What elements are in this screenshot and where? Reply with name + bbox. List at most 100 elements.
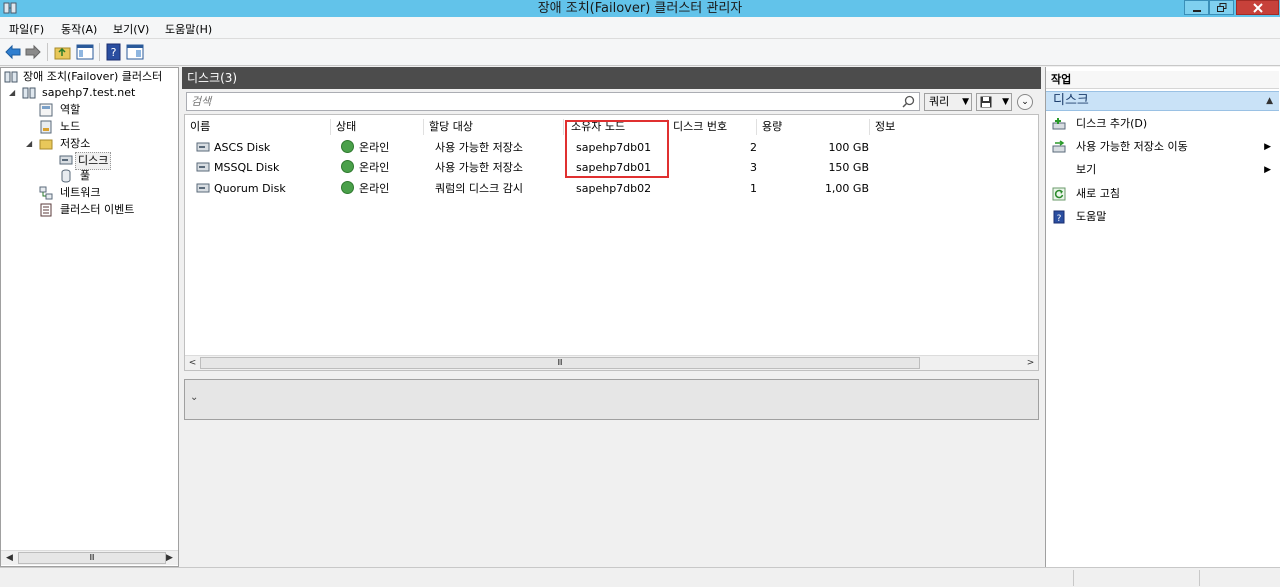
action-label: 새로 고침 bbox=[1076, 187, 1120, 200]
restore-button[interactable] bbox=[1209, 0, 1234, 15]
search-input[interactable] bbox=[187, 93, 887, 110]
query-label: 쿼리 bbox=[929, 95, 950, 108]
actions-section-disks[interactable]: 디스크 ▲ bbox=[1046, 91, 1279, 111]
column-header-name[interactable]: 이름 bbox=[190, 119, 210, 135]
tree-label: 풀 bbox=[80, 169, 91, 182]
show-hide-action-pane-icon[interactable] bbox=[126, 43, 144, 61]
tree-label: sapehp7.test.net bbox=[42, 86, 136, 99]
action-refresh[interactable]: 새로 고침 bbox=[1046, 183, 1279, 205]
storage-folder-icon bbox=[39, 139, 53, 150]
scroll-right-icon[interactable]: > bbox=[1023, 356, 1038, 371]
disks-panel: 디스크(3) 쿼리 ▼ ▼ ⌄ 이름 상태 할당 대상 bbox=[182, 67, 1041, 567]
close-button[interactable] bbox=[1236, 0, 1279, 15]
query-button[interactable]: 쿼리 ▼ bbox=[924, 93, 972, 111]
disks-list: 이름 상태 할당 대상 소유자 노드 디스크 번호 용량 정보 ASCS Dis… bbox=[184, 114, 1039, 371]
tree-label: 저장소 bbox=[60, 137, 91, 150]
tree-item-cluster[interactable]: ◢ sapehp7.test.net bbox=[9, 85, 179, 101]
help-icon: ? bbox=[1053, 210, 1065, 224]
svg-text:?: ? bbox=[111, 46, 117, 59]
cell-owner: sapehp7db01 bbox=[576, 141, 652, 154]
menu-file[interactable]: 파일(F) bbox=[9, 21, 44, 37]
column-header-owner-node[interactable]: 소유자 노드 bbox=[571, 119, 625, 135]
failover-cluster-icon bbox=[4, 71, 18, 83]
action-label: 보기 bbox=[1076, 163, 1097, 176]
column-header-capacity[interactable]: 용량 bbox=[762, 119, 782, 135]
action-label: 도움말 bbox=[1076, 210, 1107, 223]
disk-icon bbox=[196, 162, 210, 172]
cell-assigned: 쿼럼의 디스크 감시 bbox=[435, 182, 523, 195]
cell-status: 온라인 bbox=[341, 140, 389, 156]
back-arrow-icon[interactable] bbox=[4, 43, 22, 61]
action-label: 사용 가능한 저장소 이동 bbox=[1076, 140, 1188, 153]
title-bar: 장애 조치(Failover) 클러스터 관리자 bbox=[0, 0, 1280, 17]
disk-icon bbox=[59, 155, 73, 165]
scroll-left-icon[interactable]: < bbox=[185, 356, 200, 371]
column-header-disk-number[interactable]: 디스크 번호 bbox=[673, 119, 727, 135]
tree-item-failover-cluster[interactable]: 장애 조치(Failover) 클러스터 bbox=[4, 69, 179, 85]
cell-name: MSSQL Disk bbox=[214, 161, 280, 174]
tree-label: 클러스터 이벤트 bbox=[60, 203, 135, 216]
menu-view[interactable]: 보기(V) bbox=[113, 21, 149, 37]
up-folder-icon[interactable] bbox=[54, 43, 72, 61]
list-horizontal-scrollbar[interactable]: < Ⅲ > bbox=[185, 355, 1038, 370]
chevron-down-icon: ▼ bbox=[1002, 97, 1009, 107]
tree-label: 역할 bbox=[60, 103, 81, 116]
actions-header: 작업 bbox=[1046, 71, 1279, 89]
chevron-down-icon: ▼ bbox=[962, 97, 969, 107]
show-hide-console-tree-icon[interactable] bbox=[76, 43, 94, 61]
cell-disk-number: 3 bbox=[750, 161, 757, 174]
cell-owner: sapehp7db01 bbox=[576, 161, 652, 174]
action-help[interactable]: ? 도움말 bbox=[1046, 206, 1279, 228]
save-query-button[interactable]: ▼ bbox=[976, 93, 1012, 111]
actions-section-label: 디스크 bbox=[1053, 93, 1089, 108]
collapse-search-button[interactable]: ⌄ bbox=[1017, 94, 1033, 110]
roles-icon bbox=[39, 103, 53, 117]
move-storage-icon bbox=[1052, 140, 1066, 153]
action-add-disk[interactable]: 디스크 추가(D) bbox=[1046, 113, 1279, 135]
scroll-thumb[interactable]: Ⅲ bbox=[18, 552, 166, 564]
menu-help[interactable]: 도움말(H) bbox=[165, 21, 212, 37]
disk-icon bbox=[196, 183, 210, 193]
cell-name: Quorum Disk bbox=[214, 182, 286, 195]
collapse-up-icon[interactable]: ▲ bbox=[1266, 92, 1273, 110]
expand-details-icon[interactable]: ⌄ bbox=[190, 392, 198, 403]
scroll-left-icon[interactable]: ◀ bbox=[2, 551, 17, 566]
action-label: 디스크 추가(D) bbox=[1076, 117, 1148, 130]
menu-action[interactable]: 동작(A) bbox=[61, 21, 97, 37]
details-pane: ⌄ bbox=[184, 379, 1039, 420]
cell-status: 온라인 bbox=[341, 160, 389, 176]
nodes-icon bbox=[40, 120, 52, 134]
console-tree: 장애 조치(Failover) 클러스터 ◢ sapehp7.test.net … bbox=[0, 67, 179, 567]
expand-arrow-icon[interactable]: ◢ bbox=[9, 85, 15, 101]
column-header-info[interactable]: 정보 bbox=[875, 119, 895, 135]
search-box[interactable] bbox=[186, 92, 920, 111]
online-status-icon bbox=[341, 160, 354, 173]
tree-label: 노드 bbox=[60, 120, 81, 133]
tree-horizontal-scrollbar[interactable]: ◀ Ⅲ ▶ bbox=[1, 550, 178, 565]
forward-arrow-icon[interactable] bbox=[24, 43, 42, 61]
pool-icon bbox=[61, 169, 71, 183]
action-move-available-storage[interactable]: 사용 가능한 저장소 이동 ▶ bbox=[1046, 136, 1279, 158]
online-status-icon bbox=[341, 181, 354, 194]
window-title: 장애 조치(Failover) 클러스터 관리자 bbox=[537, 1, 743, 16]
cell-assigned: 사용 가능한 저장소 bbox=[435, 161, 523, 174]
action-view[interactable]: 보기 ▶ bbox=[1046, 159, 1279, 181]
save-icon bbox=[980, 96, 992, 108]
column-header-status[interactable]: 상태 bbox=[336, 119, 356, 135]
close-icon bbox=[1252, 3, 1263, 13]
column-header-assigned-to[interactable]: 할당 대상 bbox=[429, 119, 473, 135]
scroll-right-icon[interactable]: ▶ bbox=[162, 551, 177, 566]
cell-capacity: 150 GB bbox=[828, 161, 869, 174]
help-icon[interactable]: ? bbox=[105, 43, 123, 61]
expand-arrow-icon[interactable]: ◢ bbox=[26, 136, 32, 152]
events-icon bbox=[40, 203, 52, 217]
cell-disk-number: 2 bbox=[750, 141, 757, 154]
cluster-icon bbox=[22, 87, 36, 99]
scroll-thumb[interactable]: Ⅲ bbox=[200, 357, 920, 369]
submenu-arrow-icon: ▶ bbox=[1264, 142, 1271, 152]
cell-disk-number: 1 bbox=[750, 182, 757, 195]
submenu-arrow-icon: ▶ bbox=[1264, 165, 1271, 175]
search-icon[interactable] bbox=[902, 95, 915, 108]
online-status-icon bbox=[341, 140, 354, 153]
minimize-button[interactable] bbox=[1184, 0, 1209, 15]
